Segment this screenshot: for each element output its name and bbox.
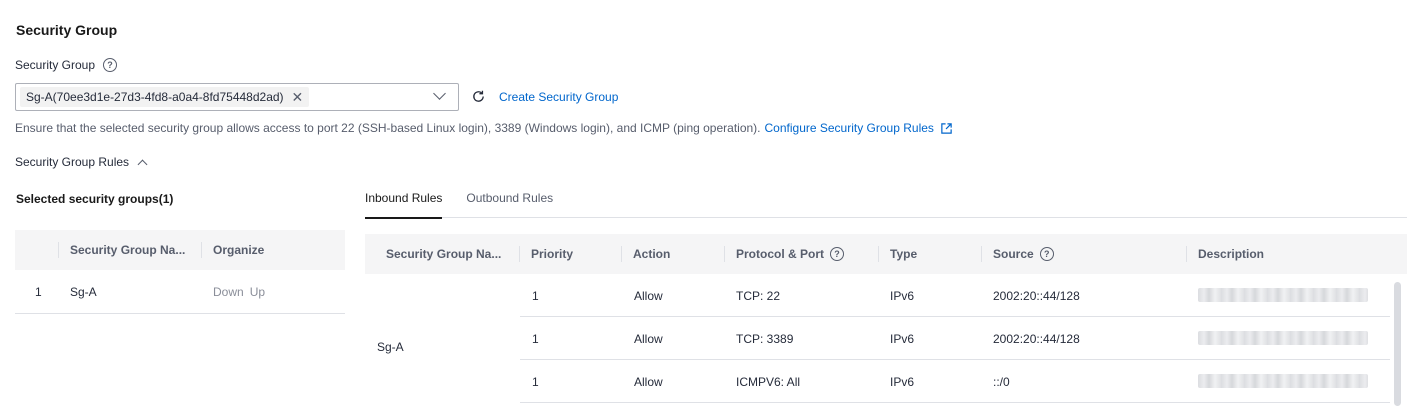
rule-protocol: TCP: 3389 — [736, 332, 794, 346]
rule-type: IPv6 — [890, 289, 915, 303]
field-label-text: Security Group — [15, 58, 96, 72]
column-header-source: Source ? — [981, 234, 1054, 274]
table-header: Security Group Na... Priority Action Pro… — [365, 234, 1407, 274]
rule-source: ::/0 — [993, 375, 1010, 389]
rule-action: Allow — [634, 375, 663, 389]
table-header: Security Group Na... Organize — [15, 230, 345, 270]
security-hint: Ensure that the selected security group … — [15, 121, 953, 135]
selected-groups-table: Security Group Na... Organize 1 Sg-A Dow… — [15, 230, 345, 314]
selected-groups-title: Selected security groups(1) — [16, 192, 174, 206]
column-header-group-name: Security Group Na... — [386, 247, 502, 261]
rule-source: 2002:20::44/128 — [993, 289, 1080, 303]
question-circle-icon[interactable]: ? — [1039, 247, 1054, 261]
question-circle-icon[interactable]: ? — [103, 58, 118, 72]
rule-action: Allow — [634, 332, 663, 346]
chevron-down-icon[interactable] — [433, 87, 446, 100]
table-row: 1 Allow TCP: 3389 IPv6 2002:20::44/128 — [520, 317, 1390, 360]
protocol-header-label: Protocol & Port — [736, 247, 825, 261]
rule-description-redacted — [1198, 288, 1368, 302]
column-header-type: Type — [877, 234, 917, 274]
column-header-action: Action — [620, 234, 670, 274]
column-header-description: Description — [1185, 234, 1264, 274]
move-down-button[interactable]: Down — [213, 285, 244, 299]
column-header-priority: Priority — [518, 234, 573, 274]
rule-description-redacted — [1198, 374, 1368, 388]
close-icon[interactable]: ✕ — [292, 90, 304, 104]
move-up-button[interactable]: Up — [250, 285, 265, 299]
row-index: 1 — [35, 284, 42, 299]
selected-group-tag: Sg-A(70ee3d1e-27d3-4fd8-a0a4-8fd75448d2a… — [20, 87, 310, 107]
rule-type: IPv6 — [890, 332, 915, 346]
table-row: 1 Sg-A Down Up — [15, 270, 345, 314]
rule-action: Allow — [634, 289, 663, 303]
row-group-name: Sg-A — [70, 284, 97, 299]
selected-group-tag-label: Sg-A(70ee3d1e-27d3-4fd8-a0a4-8fd75448d2a… — [26, 90, 284, 104]
table-row: 1 Allow TCP: 22 IPv6 2002:20::44/128 — [520, 274, 1390, 317]
section-title: Security Group — [16, 22, 118, 38]
rule-source: 2002:20::44/128 — [993, 332, 1080, 346]
configure-rules-link[interactable]: Configure Security Group Rules — [765, 121, 934, 135]
create-security-group-link[interactable]: Create Security Group — [499, 90, 618, 104]
rule-type: IPv6 — [890, 375, 915, 389]
rules-table: Security Group Na... Priority Action Pro… — [365, 234, 1407, 403]
rule-priority: 1 — [532, 332, 539, 346]
table-scrollbar[interactable] — [1394, 282, 1401, 406]
rules-toggle-label: Security Group Rules — [15, 155, 130, 169]
column-header-index — [15, 230, 58, 270]
column-header-protocol: Protocol & Port ? — [723, 234, 845, 274]
rule-priority: 1 — [532, 289, 539, 303]
source-header-label: Source — [993, 247, 1034, 261]
hint-text: Ensure that the selected security group … — [15, 121, 761, 135]
external-link-icon[interactable] — [940, 122, 953, 135]
question-circle-icon[interactable]: ? — [830, 247, 845, 261]
rule-priority: 1 — [532, 375, 539, 389]
rule-description-redacted — [1198, 331, 1368, 345]
tab-inbound-rules[interactable]: Inbound Rules — [365, 190, 443, 219]
column-header-organize: Organize — [201, 230, 345, 270]
rule-group-name: Sg-A — [377, 340, 404, 354]
table-row: 1 Allow ICMPV6: All IPv6 ::/0 — [520, 360, 1390, 403]
rule-protocol: TCP: 22 — [736, 289, 781, 303]
tab-outbound-rules[interactable]: Outbound Rules — [466, 190, 553, 218]
refresh-icon[interactable] — [471, 89, 486, 104]
security-group-field-label: Security Group ? — [15, 58, 118, 72]
security-group-select[interactable]: Sg-A(70ee3d1e-27d3-4fd8-a0a4-8fd75448d2a… — [15, 83, 459, 111]
rules-tabs: Inbound Rules Outbound Rules — [365, 190, 1407, 219]
chevron-up-icon — [137, 159, 148, 169]
security-group-rules-toggle[interactable]: Security Group Rules — [15, 155, 148, 169]
column-header-name: Security Group Na... — [58, 230, 201, 270]
rule-protocol: ICMPV6: All — [736, 375, 801, 389]
